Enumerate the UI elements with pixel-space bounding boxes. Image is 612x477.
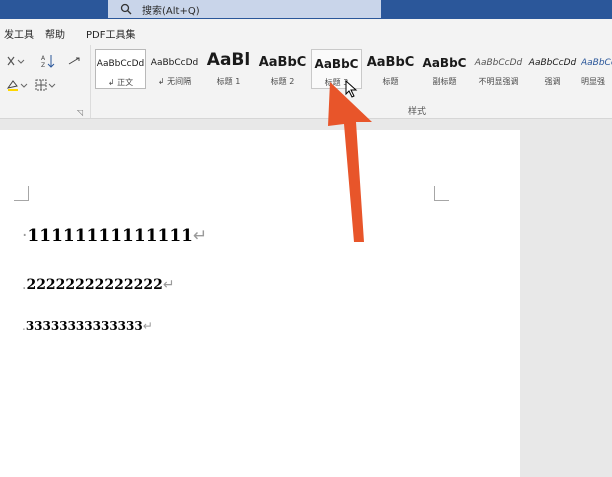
- style-heading-1[interactable]: AaBl 标题 1: [203, 49, 254, 89]
- tab-help[interactable]: 帮助: [45, 26, 65, 41]
- style-preview: AaBbC: [258, 55, 307, 70]
- style-subtle-emphasis[interactable]: AaBbCcDd 不明显强调: [473, 49, 524, 89]
- svg-text:Z: Z: [41, 62, 45, 68]
- paragraph-text: 11111111111111: [27, 226, 194, 246]
- paragraph-mark: ↵: [142, 319, 153, 333]
- menu-bar: 发工具 帮助 PDF工具集: [0, 19, 612, 45]
- ribbon: AZ ◹ AaBbCcDd ↲ 正文 AaBbCcDd ↲ 无间隔 AaBl 标…: [0, 45, 612, 119]
- document-page[interactable]: ·11111111111111↵ .22222222222222↵ .33333…: [0, 130, 520, 477]
- style-preview: AaBbC: [422, 56, 467, 70]
- paragraph-mark: ↵: [162, 277, 175, 293]
- style-heading-2[interactable]: AaBbC 标题 2: [257, 49, 308, 89]
- style-name: 不明显强调: [478, 77, 519, 86]
- crop-mark-top-right: [434, 186, 449, 201]
- search-icon: [120, 3, 132, 15]
- paragraph-mark: ↵: [193, 226, 208, 246]
- crop-mark-top-left: [14, 186, 29, 201]
- style-no-spacing[interactable]: AaBbCcDd ↲ 无间隔: [149, 49, 200, 89]
- style-preview: AaBbCcDd: [528, 58, 577, 68]
- paragraph-2[interactable]: .22222222222222↵: [22, 277, 175, 293]
- style-name: ↲ 正文: [107, 78, 134, 87]
- style-name: 强调: [544, 77, 561, 86]
- style-preview: AaBbC: [366, 55, 415, 70]
- style-preview: AaBbCcDd: [150, 58, 199, 68]
- svg-text:A: A: [41, 55, 46, 62]
- paragraph-group: AZ ◹: [0, 45, 91, 118]
- show-marks-icon[interactable]: [66, 54, 82, 72]
- style-emphasis[interactable]: AaBbCcDd 强调: [527, 49, 578, 89]
- sort-az-icon[interactable]: AZ: [40, 54, 56, 72]
- title-bar: 搜索(Alt+Q): [0, 0, 612, 19]
- style-name: 明显强: [581, 77, 605, 86]
- style-normal[interactable]: AaBbCcDd ↲ 正文: [95, 49, 146, 89]
- style-preview: AaBl: [206, 51, 251, 69]
- shading-icon[interactable]: [6, 78, 30, 96]
- style-name: 标题 1: [216, 77, 241, 86]
- style-intense-emphasis[interactable]: AaBbCcDd 明显强: [581, 49, 612, 89]
- paragraph-text: 33333333333333: [25, 319, 143, 333]
- paragraph-dialog-launcher-icon[interactable]: ◹: [77, 108, 83, 117]
- styles-group-label: 样式: [408, 107, 427, 117]
- style-name: 标题 2: [270, 77, 295, 86]
- paragraph-1[interactable]: ·11111111111111↵: [22, 226, 207, 246]
- style-preview: AaBbC: [314, 57, 359, 71]
- style-preview: AaBbCcDd: [581, 58, 612, 68]
- tab-developer-tools[interactable]: 发工具: [4, 26, 34, 41]
- style-subtitle[interactable]: AaBbC 副标题: [419, 49, 470, 89]
- search-placeholder: 搜索(Alt+Q): [142, 5, 200, 17]
- style-preview: AaBbCcDd: [96, 59, 145, 69]
- paragraph-text: 22222222222222: [26, 277, 163, 293]
- sort-icon[interactable]: [6, 55, 28, 71]
- mouse-cursor-icon: [345, 80, 358, 98]
- borders-icon[interactable]: [34, 78, 58, 96]
- paragraph-3[interactable]: .33333333333333↵: [22, 319, 153, 333]
- tab-pdf-tools[interactable]: PDF工具集: [86, 26, 135, 41]
- up-arrow-icon: [328, 82, 372, 242]
- search-box[interactable]: 搜索(Alt+Q): [108, 0, 381, 18]
- style-name: 副标题: [432, 77, 457, 86]
- style-name: ↲ 无间隔: [157, 77, 192, 86]
- style-preview: AaBbCcDd: [474, 58, 523, 68]
